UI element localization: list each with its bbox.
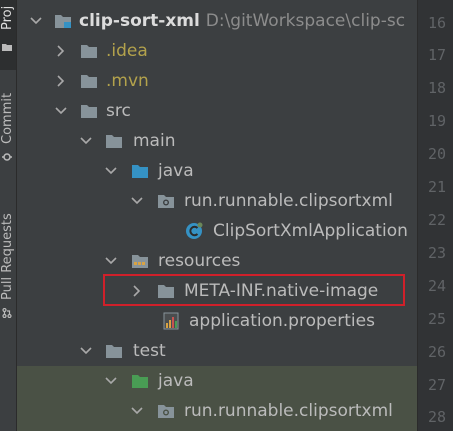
chevron-down-icon[interactable] <box>131 405 143 417</box>
line-number: 26 <box>427 343 446 361</box>
folder-icon <box>106 345 122 358</box>
tree-row-test[interactable]: test <box>17 336 417 366</box>
commit-icon <box>2 153 12 161</box>
highlight-box <box>103 274 405 306</box>
line-number: 16 <box>427 14 446 32</box>
module-path-hint: D:\gitWorkspace\clip-sc <box>205 11 406 31</box>
tree-row-idea[interactable]: .idea <box>17 36 417 66</box>
pull-requests-tab-label: Pull Requests <box>0 213 15 300</box>
tree-row-main[interactable]: main <box>17 126 417 156</box>
ide-window: Proj Commit Pull Requests clip-sort-xml … <box>0 0 453 431</box>
line-number: 20 <box>427 145 446 163</box>
file-label-application-properties: application.properties <box>189 311 375 331</box>
package-icon <box>158 405 174 418</box>
tree-row-test-java[interactable]: java <box>17 366 417 396</box>
chevron-down-icon[interactable] <box>105 165 117 177</box>
folder-icon <box>106 135 122 148</box>
module-folder-icon <box>55 15 71 28</box>
class-label: ClipSortXmlApplication <box>213 221 408 241</box>
tree-row-application-class[interactable]: ClipSortXmlApplication <box>17 216 417 246</box>
tree-row-module-root[interactable]: clip-sort-xml D:\gitWorkspace\clip-sc <box>17 6 417 36</box>
pull-requests-tool-tab[interactable]: Pull Requests <box>0 196 16 330</box>
commit-tool-tab[interactable]: Commit <box>0 84 16 174</box>
chevron-right-icon[interactable] <box>55 45 67 57</box>
line-number: 19 <box>427 112 446 130</box>
tool-window-strip: Proj Commit Pull Requests <box>0 0 17 431</box>
package-icon <box>158 195 174 208</box>
line-number-gutter: 16 17 18 19 20 21 22 23 24 25 26 27 28 <box>417 0 453 431</box>
spring-class-icon <box>186 222 203 239</box>
chevron-down-icon[interactable] <box>131 195 143 207</box>
test-source-folder-icon <box>132 375 148 388</box>
chevron-down-icon[interactable] <box>105 255 117 267</box>
package-label: run.runnable.clipsortxml <box>184 191 393 211</box>
chevron-down-icon[interactable] <box>30 15 42 27</box>
folder-label-src: src <box>106 101 131 121</box>
line-number: 27 <box>427 376 446 394</box>
tree-row-main-java[interactable]: java <box>17 156 417 186</box>
line-number: 28 <box>427 408 446 426</box>
chevron-down-icon[interactable] <box>55 105 67 117</box>
line-number: 23 <box>427 244 446 262</box>
folder-label-idea: .idea <box>106 41 148 61</box>
commit-tab-label: Commit <box>0 92 15 144</box>
folder-icon <box>81 105 97 118</box>
chevron-down-icon[interactable] <box>80 135 92 147</box>
project-tab-label: Proj <box>0 5 15 30</box>
folder-label-resources: resources <box>158 251 241 271</box>
tree-row-src[interactable]: src <box>17 96 417 126</box>
folder-icon <box>81 45 97 58</box>
chevron-down-icon[interactable] <box>80 345 92 357</box>
folder-label-mvn: .mvn <box>106 71 149 91</box>
folder-label-java: java <box>158 161 194 181</box>
tree-row-package[interactable]: run.runnable.clipsortxml <box>17 186 417 216</box>
tree-row-resources[interactable]: resources <box>17 246 417 276</box>
tree-row-mvn[interactable]: .mvn <box>17 66 417 96</box>
test-package-label: run.runnable.clipsortxml <box>184 401 393 421</box>
properties-file-icon <box>163 312 179 330</box>
line-number: 21 <box>427 178 446 196</box>
tree-row-application-properties[interactable]: application.properties <box>17 306 417 336</box>
line-number: 25 <box>427 310 446 328</box>
pull-request-icon <box>2 308 12 318</box>
line-number: 22 <box>427 211 446 229</box>
folder-icon <box>2 44 12 51</box>
line-number: 18 <box>427 79 446 97</box>
project-tree[interactable]: clip-sort-xml D:\gitWorkspace\clip-sc .i… <box>17 0 417 431</box>
module-name: clip-sort-xml <box>79 11 200 31</box>
folder-icon <box>81 75 97 88</box>
module-root-label: clip-sort-xml D:\gitWorkspace\clip-sc <box>79 6 405 36</box>
chevron-down-icon[interactable] <box>105 375 117 387</box>
line-number: 17 <box>427 46 446 64</box>
resources-folder-icon <box>132 255 148 268</box>
project-tool-tab[interactable]: Proj <box>0 0 16 70</box>
source-folder-icon <box>132 165 148 178</box>
folder-label-main: main <box>133 131 176 151</box>
line-number: 24 <box>427 277 446 295</box>
tree-row-test-package[interactable]: run.runnable.clipsortxml <box>17 396 417 431</box>
chevron-right-icon[interactable] <box>55 75 67 87</box>
folder-label-test-java: java <box>158 371 194 391</box>
folder-label-test: test <box>133 341 166 361</box>
